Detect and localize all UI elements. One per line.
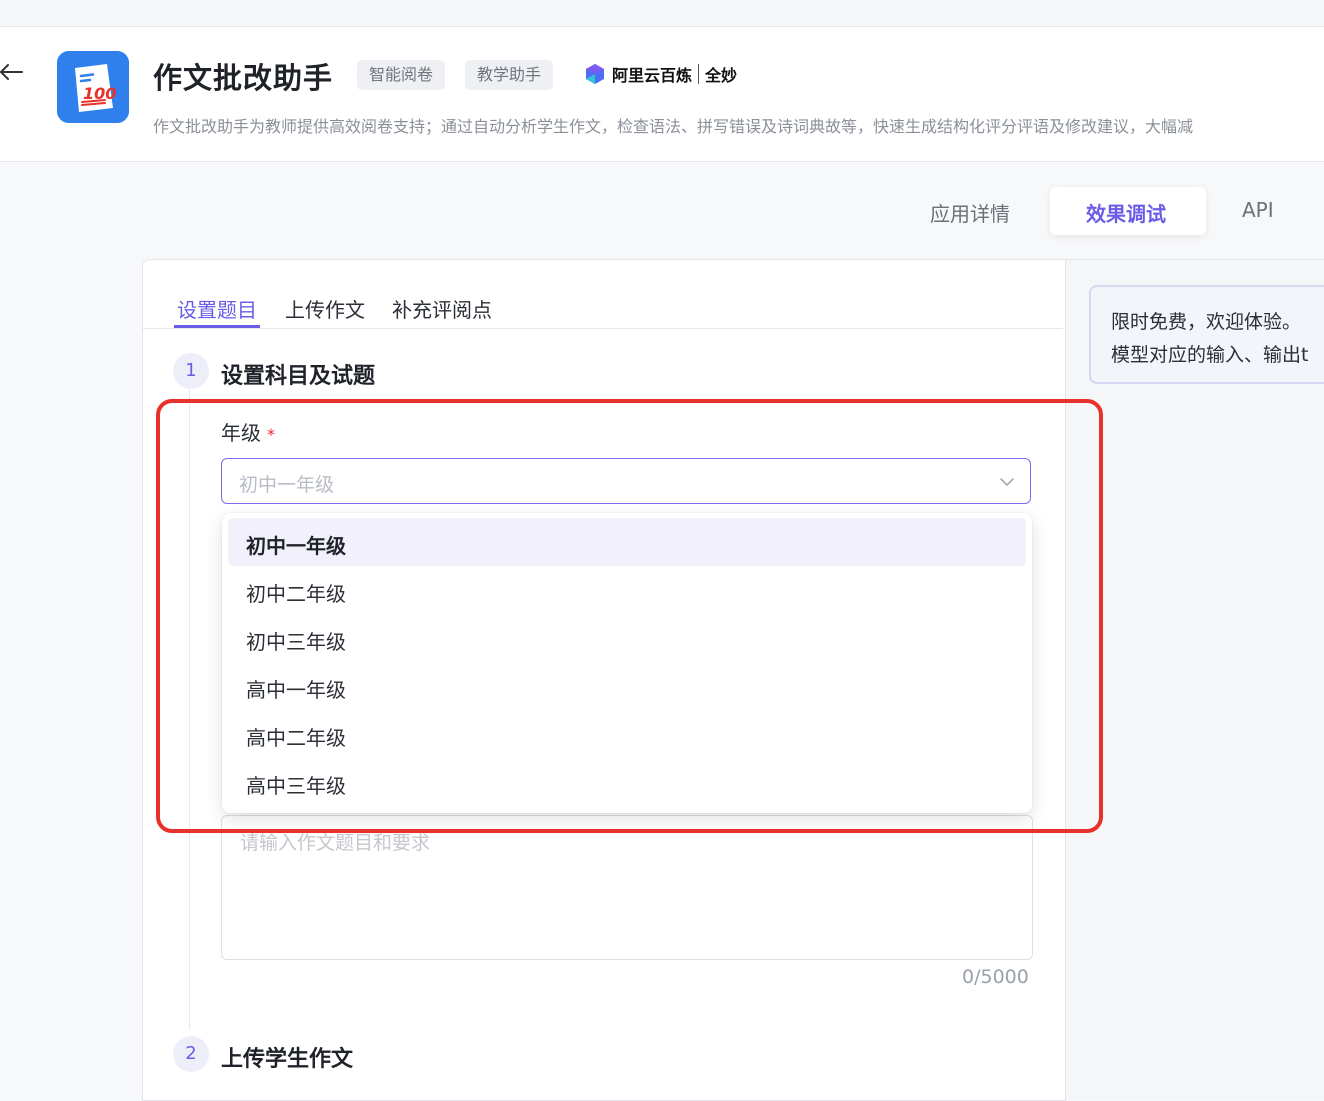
subtab-upload-essay[interactable]: 上传作文 xyxy=(285,294,365,323)
brand-product: 全妙 xyxy=(705,66,738,85)
notice-line-2: 模型对应的输入、输出t xyxy=(1111,344,1309,366)
app-title: 作文批改助手 xyxy=(153,61,334,95)
step-2-number: 2 xyxy=(173,1036,209,1072)
tab-effect-debug[interactable]: 效果调试 xyxy=(1086,198,1166,227)
required-mark: * xyxy=(267,425,275,444)
app-description: 作文批改助手为教师提供高效阅卷支持；通过自动分析学生作文，检查语法、拼写错误及诗… xyxy=(153,117,1194,136)
grade-option[interactable]: 初中一年级 xyxy=(228,518,1026,566)
step-1-title: 设置科目及试题 xyxy=(221,364,376,389)
grade-option[interactable]: 高中二年级 xyxy=(228,710,1026,758)
chevron-down-icon xyxy=(1000,478,1014,486)
back-arrow-icon[interactable] xyxy=(0,57,26,87)
char-counter: 0/5000 xyxy=(962,966,1029,988)
tab-app-details[interactable]: 应用详情 xyxy=(930,198,1010,227)
step-2-title: 上传学生作文 xyxy=(221,1047,354,1072)
app-header: 100 作文批改助手 智能阅卷 教学助手 阿里云百炼 全妙 作文批改助手为教师提… xyxy=(0,27,1324,162)
grade-select-value: 初中一年级 xyxy=(239,474,335,496)
notice-line-1: 限时免费，欢迎体验。 xyxy=(1111,311,1302,333)
step-1-number: 1 xyxy=(173,353,209,389)
notice-box: 限时免费，欢迎体验。 模型对应的输入、输出t xyxy=(1089,285,1324,384)
brand-separator xyxy=(698,64,700,84)
grade-select[interactable]: 初中一年级 xyxy=(221,458,1031,504)
tab-api[interactable]: API xyxy=(1242,198,1274,222)
subtab-set-question[interactable]: 设置题目 xyxy=(177,294,257,323)
grade-option[interactable]: 初中三年级 xyxy=(228,614,1026,662)
top-strip xyxy=(0,0,1324,27)
side-panel xyxy=(1065,259,1324,1100)
tag-smart-grading: 智能阅卷 xyxy=(357,60,446,90)
brand-name: 阿里云百炼 xyxy=(612,66,693,85)
subtab-active-underline xyxy=(174,325,260,328)
topic-textarea-placeholder: 请输入作文题目和要求 xyxy=(240,832,431,854)
bailian-logo-icon xyxy=(586,64,604,84)
grade-option[interactable]: 高中三年级 xyxy=(228,758,1026,806)
subtab-extra-review-points[interactable]: 补充评阅点 xyxy=(392,294,492,323)
tag-teaching-assistant: 教学助手 xyxy=(465,60,554,90)
grade-label: 年级 * xyxy=(221,421,275,445)
grade-dropdown: 初中一年级 初中二年级 初中三年级 高中一年级 高中二年级 高中三年级 xyxy=(222,513,1032,813)
topic-textarea[interactable]: 请输入作文题目和要求 xyxy=(221,815,1033,960)
grade-option[interactable]: 初中二年级 xyxy=(228,566,1026,614)
grade-option[interactable]: 高中一年级 xyxy=(228,662,1026,710)
step-connector-line xyxy=(189,390,190,1030)
subtab-divider xyxy=(143,328,1063,329)
app-logo-icon: 100 xyxy=(57,51,129,123)
brand-badge: 阿里云百炼 全妙 xyxy=(584,61,737,87)
